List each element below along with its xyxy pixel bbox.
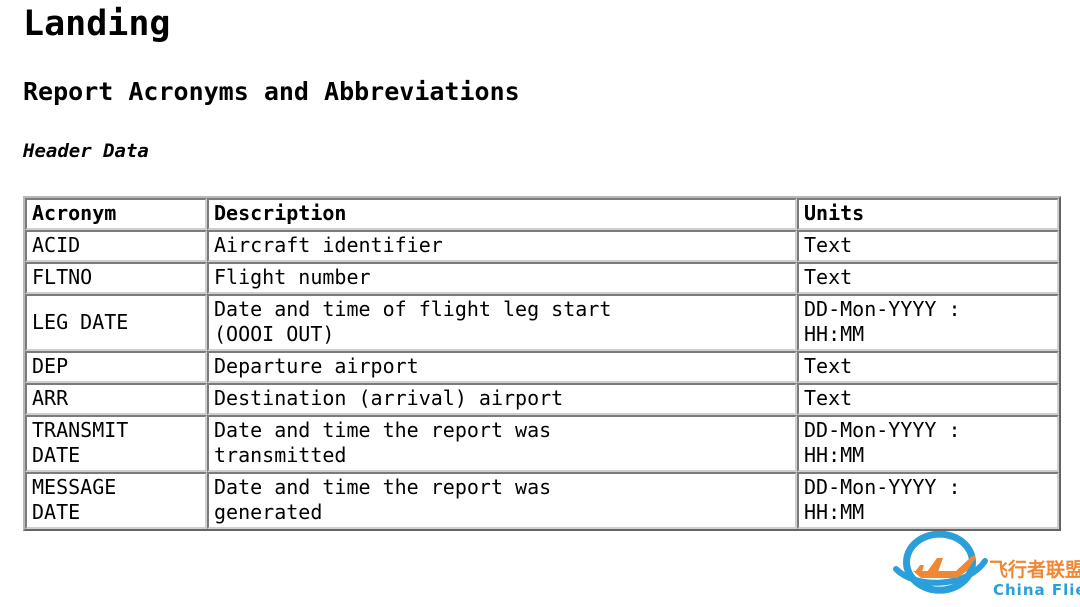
cell-acronym: TRANSMIT DATE [25, 415, 207, 472]
column-header-description: Description [207, 198, 797, 230]
acronyms-table-container: Acronym Description Units ACID Aircraft … [23, 196, 1061, 531]
cell-acronym: ACID [25, 230, 207, 262]
table-row: ACID Aircraft identifier Text [25, 230, 1059, 262]
cell-description: Aircraft identifier [207, 230, 797, 262]
column-header-units: Units [797, 198, 1059, 230]
cell-units: DD-Mon-YYYY : HH:MM [797, 472, 1059, 529]
cell-units: Text [797, 262, 1059, 294]
orbit-swoosh-icon [893, 558, 988, 586]
cell-acronym: ARR [25, 383, 207, 415]
cell-description: Flight number [207, 262, 797, 294]
cell-description-line: Flight number [214, 265, 371, 289]
cell-description: Date and time the report was generated [207, 472, 797, 529]
cell-acronym: LEG DATE [25, 294, 207, 351]
cell-description-line: (OOOI OUT) [214, 322, 335, 346]
cell-description-line: Date and time the report was [214, 475, 552, 499]
cell-units: Text [797, 351, 1059, 383]
cell-units: Text [797, 230, 1059, 262]
acronyms-table: Acronym Description Units ACID Aircraft … [23, 196, 1061, 531]
cell-description-line: Destination (arrival) airport [214, 386, 564, 410]
watermark-china-flier: 飞行者联盟 China Flier [893, 531, 1080, 607]
watermark-logo-icon: 飞行者联盟 China Flier [893, 531, 1080, 599]
document-page: Landing Report Acronyms and Abbreviation… [0, 0, 1080, 607]
cell-acronym-line: DATE [32, 500, 81, 524]
cell-units-line: HH:MM [804, 500, 865, 524]
cell-description: Destination (arrival) airport [207, 383, 797, 415]
cell-description-line: Date and time of flight leg start [214, 297, 612, 321]
airplane-icon [913, 555, 976, 578]
cell-units-line: DD-Mon-YYYY : [804, 297, 961, 321]
cell-description: Date and time the report was transmitted [207, 415, 797, 472]
cell-description-line: Aircraft identifier [214, 233, 443, 257]
watermark-text-en: China Flier [993, 581, 1080, 599]
cell-units-line: HH:MM [804, 443, 865, 467]
cell-acronym: MESSAGE DATE [25, 472, 207, 529]
cell-units: DD-Mon-YYYY : HH:MM [797, 415, 1059, 472]
table-row: TRANSMIT DATE Date and time the report w… [25, 415, 1059, 472]
cell-description: Date and time of flight leg start (OOOI … [207, 294, 797, 351]
cell-units: Text [797, 383, 1059, 415]
table-row: MESSAGE DATE Date and time the report wa… [25, 472, 1059, 529]
document-subtitle: Report Acronyms and Abbreviations [23, 77, 520, 106]
table-header-row: Acronym Description Units [25, 198, 1059, 230]
cell-acronym: DEP [25, 351, 207, 383]
cell-units: DD-Mon-YYYY : HH:MM [797, 294, 1059, 351]
cell-acronym-line: MESSAGE [32, 475, 117, 499]
section-heading-header-data: Header Data [23, 140, 149, 162]
cell-description: Departure airport [207, 351, 797, 383]
table-row: FLTNO Flight number Text [25, 262, 1059, 294]
cell-units-line: Text [804, 354, 853, 378]
cell-units-line: DD-Mon-YYYY : [804, 475, 961, 499]
cell-units-line: DD-Mon-YYYY : [804, 418, 961, 442]
cell-units-line: Text [804, 233, 853, 257]
cell-units-line: Text [804, 265, 853, 289]
cell-description-line: transmitted [214, 443, 347, 467]
cell-description-line: Date and time the report was [214, 418, 552, 442]
table-row: ARR Destination (arrival) airport Text [25, 383, 1059, 415]
page-title: Landing [23, 4, 171, 44]
watermark-text-cn: 飞行者联盟 [989, 558, 1080, 581]
cell-acronym-line: TRANSMIT [32, 418, 129, 442]
cell-acronym-line: DATE [32, 443, 81, 467]
table-row: LEG DATE Date and time of flight leg sta… [25, 294, 1059, 351]
cell-description-line: generated [214, 500, 323, 524]
column-header-acronym: Acronym [25, 198, 207, 230]
cell-description-line: Departure airport [214, 354, 419, 378]
cell-acronym: FLTNO [25, 262, 207, 294]
cell-units-line: HH:MM [804, 322, 865, 346]
table-row: DEP Departure airport Text [25, 351, 1059, 383]
cell-units-line: Text [804, 386, 853, 410]
orbit-ring-icon [903, 531, 976, 594]
